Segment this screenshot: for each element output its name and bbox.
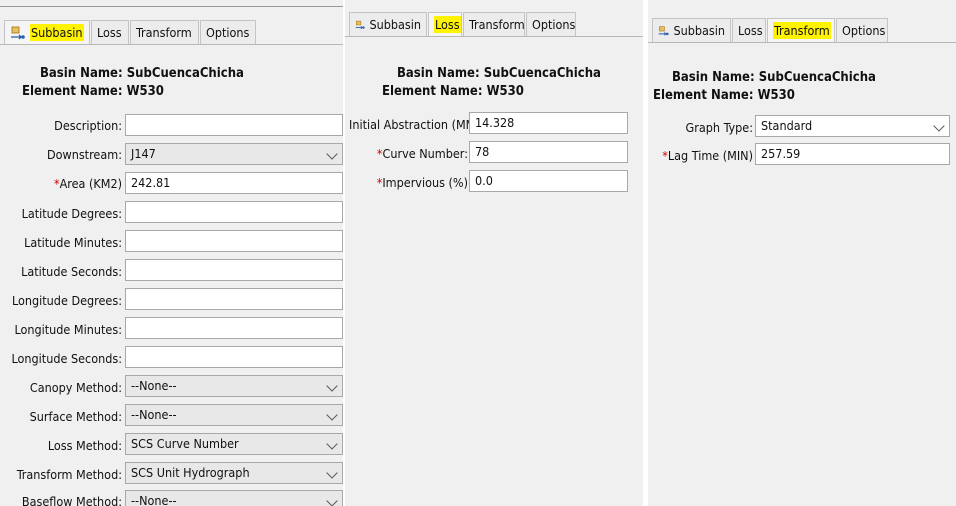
curve-number-label: *Curve Number: <box>376 146 468 161</box>
description-label: Description: <box>54 118 122 133</box>
subbasin-icon <box>11 26 25 39</box>
description-field[interactable] <box>125 114 343 136</box>
chevron-down-icon <box>933 120 945 132</box>
lag-time-label: *Lag Time (MIN) <box>662 148 753 163</box>
longitude-seconds-label: Longitude Seconds: <box>11 351 122 366</box>
basin-name-heading: Basin Name: SubCuencaChicha <box>672 70 876 85</box>
area-label: *Area (KM2) <box>53 176 122 191</box>
latitude-degrees-field[interactable] <box>125 201 343 223</box>
chevron-down-icon <box>326 409 338 421</box>
element-name-heading: Element Name: W530 <box>653 88 795 103</box>
chevron-down-icon <box>326 467 338 479</box>
tab-loss[interactable]: Loss <box>91 20 129 44</box>
tab-loss[interactable]: Loss <box>732 18 766 42</box>
loss-method-label: Loss Method: <box>47 438 122 453</box>
curve-number-field[interactable]: 78 <box>469 141 628 163</box>
tab-strip: Subbasin Loss Transform Options <box>345 4 643 37</box>
element-name-heading: Element Name: W530 <box>382 84 524 99</box>
top-border <box>0 6 343 7</box>
initial-abstraction-label: Initial Abstraction (MM) <box>349 117 480 132</box>
downstream-select[interactable]: J147 <box>125 143 343 165</box>
latitude-degrees-label: Latitude Degrees: <box>21 206 122 221</box>
longitude-minutes-label: Longitude Minutes: <box>14 322 122 337</box>
tab-transform[interactable]: Transform <box>463 12 525 36</box>
chevron-down-icon <box>326 148 338 160</box>
canopy-method-select[interactable]: --None-- <box>125 375 343 397</box>
canopy-method-label: Canopy Method: <box>29 380 122 395</box>
tab-transform[interactable]: Transform <box>767 18 835 42</box>
lag-time-field[interactable]: 257.59 <box>755 143 950 165</box>
baseflow-method-label: Baseflow Method: <box>21 494 122 506</box>
impervious-label: *Impervious (%) <box>376 175 468 190</box>
longitude-seconds-field[interactable] <box>125 346 343 368</box>
tab-strip: Subbasin Loss Transform Options <box>648 10 956 43</box>
tab-subbasin[interactable]: Subbasin <box>4 20 90 44</box>
transform-method-label: Transform Method: <box>16 467 122 482</box>
element-name-heading: Element Name: W530 <box>22 84 164 99</box>
surface-method-select[interactable]: --None-- <box>125 404 343 426</box>
longitude-degrees-field[interactable] <box>125 288 343 310</box>
tab-subbasin[interactable]: Subbasin <box>652 18 731 42</box>
latitude-seconds-field[interactable] <box>125 259 343 281</box>
graph-type-label: Graph Type: <box>685 120 754 135</box>
tab-options[interactable]: Options <box>836 18 888 42</box>
subbasin-editor-panel: Subbasin Loss Transform Options Basin Na… <box>0 0 343 506</box>
tab-transform[interactable]: Transform <box>130 20 199 44</box>
chevron-down-icon <box>326 495 338 506</box>
latitude-minutes-label: Latitude Minutes: <box>24 235 122 250</box>
latitude-seconds-label: Latitude Seconds: <box>21 264 122 279</box>
impervious-field[interactable]: 0.0 <box>469 170 628 192</box>
transform-editor-panel: Subbasin Loss Transform Options Basin Na… <box>648 0 956 506</box>
basin-name-heading: Basin Name: SubCuencaChicha <box>40 66 244 81</box>
subbasin-icon <box>355 20 365 29</box>
transform-method-select[interactable]: SCS Unit Hydrograph <box>125 462 343 484</box>
tab-subbasin[interactable]: Subbasin <box>349 12 427 36</box>
tab-loss[interactable]: Loss <box>428 12 462 36</box>
initial-abstraction-field[interactable]: 14.328 <box>469 112 628 134</box>
downstream-label: Downstream: <box>46 147 122 162</box>
chevron-down-icon <box>326 380 338 392</box>
subbasin-icon <box>658 25 669 36</box>
latitude-minutes-field[interactable] <box>125 230 343 252</box>
tab-options[interactable]: Options <box>526 12 576 36</box>
area-field[interactable]: 242.81 <box>125 172 343 194</box>
loss-editor-panel: Subbasin Loss Transform Options Basin Na… <box>345 0 643 506</box>
tab-strip: Subbasin Loss Transform Options <box>0 12 343 45</box>
loss-method-select[interactable]: SCS Curve Number <box>125 433 343 455</box>
basin-name-heading: Basin Name: SubCuencaChicha <box>397 66 601 81</box>
longitude-degrees-label: Longitude Degrees: <box>11 293 122 308</box>
graph-type-select[interactable]: Standard <box>755 115 950 137</box>
longitude-minutes-field[interactable] <box>125 317 343 339</box>
chevron-down-icon <box>326 438 338 450</box>
surface-method-label: Surface Method: <box>29 409 122 424</box>
tab-options[interactable]: Options <box>200 20 256 44</box>
baseflow-method-select[interactable]: --None-- <box>125 490 343 506</box>
